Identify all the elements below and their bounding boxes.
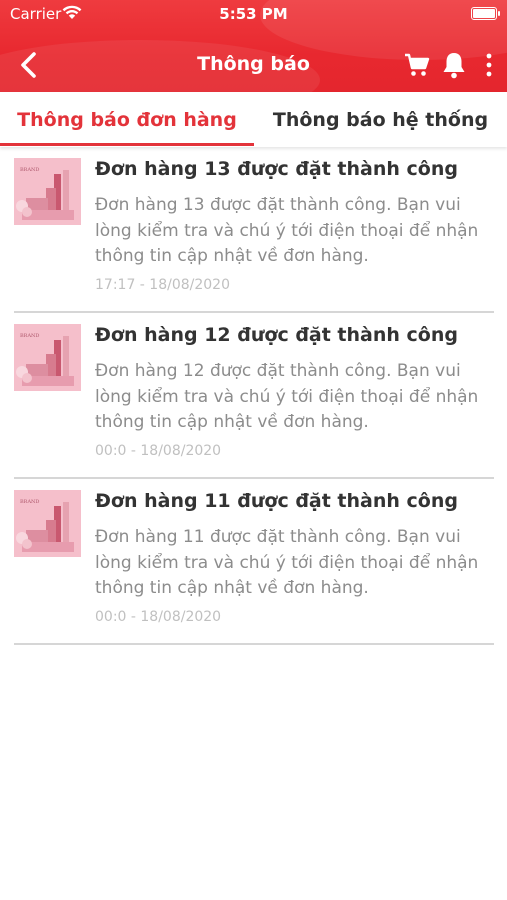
notification-body: Đơn hàng 12 được đặt thành công. Bạn vui… [95, 361, 479, 432]
battery-icon [471, 7, 500, 20]
notification-body: Đơn hàng 13 được đặt thành công. Bạn vui… [95, 195, 479, 266]
tab-bar: Thông báo đơn hàng Thông báo hệ thống [0, 92, 507, 147]
notification-item[interactable]: BRAND Đơn hàng 13 được đặt thành công Đơ… [14, 147, 494, 313]
thumbnail-brand-text: BRAND [20, 499, 39, 505]
product-thumbnail: BRAND [14, 324, 81, 391]
cosmetics-product-image: BRAND [14, 324, 81, 391]
notification-body: Đơn hàng 11 được đặt thành công. Bạn vui… [95, 527, 479, 598]
clock: 5:53 PM [219, 5, 288, 23]
tab-system-notifications[interactable]: Thông báo hệ thống [254, 92, 507, 147]
active-tab-indicator [0, 143, 254, 146]
cosmetics-product-image: BRAND [14, 158, 81, 225]
product-thumbnail: BRAND [14, 490, 81, 557]
thumbnail-brand-text: BRAND [20, 333, 39, 339]
notification-list: BRAND Đơn hàng 13 được đặt thành công Đơ… [14, 147, 494, 645]
notification-title: Đơn hàng 12 được đặt thành công [95, 324, 458, 346]
notification-title: Đơn hàng 13 được đặt thành công [95, 158, 458, 180]
app-header: Carrier 5:53 PM Thông báo [0, 0, 507, 92]
notification-time: 00:0 - 18/08/2020 [95, 609, 222, 625]
notification-time: 00:0 - 18/08/2020 [95, 443, 222, 459]
product-thumbnail: BRAND [14, 158, 81, 225]
notification-time: 17:17 - 18/08/2020 [95, 277, 230, 293]
notification-title: Đơn hàng 11 được đặt thành công [95, 490, 458, 512]
notification-item[interactable]: BRAND Đơn hàng 11 được đặt thành công Đơ… [14, 479, 494, 645]
thumbnail-brand-text: BRAND [20, 167, 39, 173]
status-bar: Carrier 5:53 PM [0, 0, 507, 28]
cosmetics-product-image: BRAND [14, 490, 81, 557]
notification-item[interactable]: BRAND Đơn hàng 12 được đặt thành công Đơ… [14, 313, 494, 479]
cart-icon[interactable] [404, 52, 430, 78]
bell-icon[interactable] [441, 51, 467, 79]
more-vertical-icon[interactable] [480, 52, 498, 78]
page-title: Thông báo [197, 53, 310, 75]
tab-order-notifications[interactable]: Thông báo đơn hàng [0, 92, 254, 147]
